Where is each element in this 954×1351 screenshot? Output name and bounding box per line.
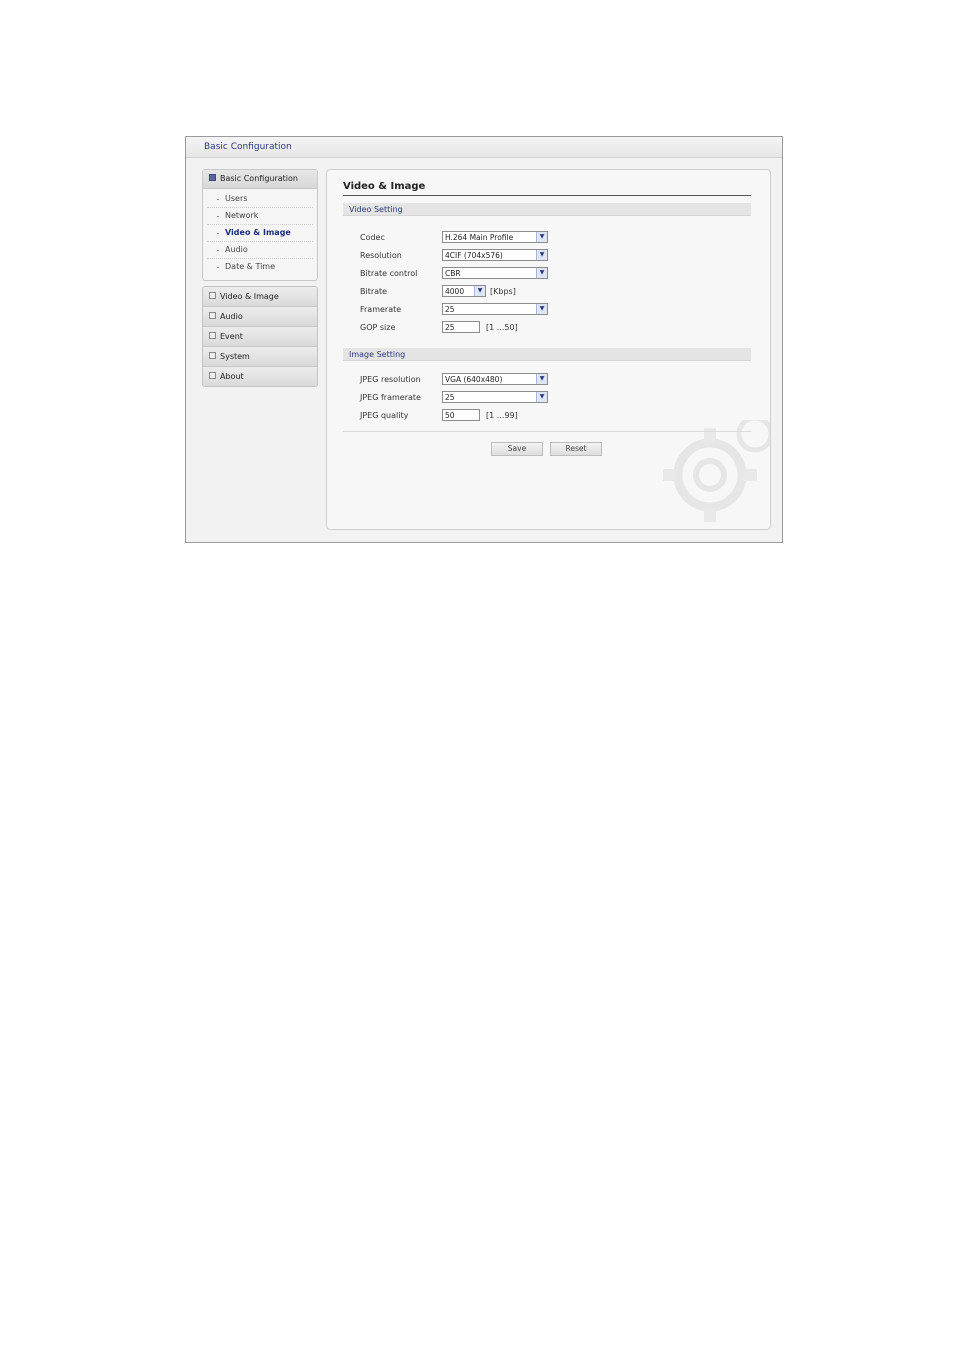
chevron-down-icon: ▼ [536,250,547,260]
codec-row: Codec H.264 Main Profile ▼ [360,231,740,245]
gop-range: [1 ...50] [486,323,518,332]
menu-item-label: Video & Image [220,292,279,301]
plus-icon [209,352,216,359]
resolution-value: 4CIF (704x576) [445,251,503,260]
bitrate-label: Bitrate [360,287,388,296]
menu-item-system[interactable]: System [203,347,317,367]
framerate-row: Framerate 25 ▼ [360,303,740,317]
gop-input[interactable]: 25 [442,321,480,333]
jpeg-quality-range: [1 ...99] [486,411,518,420]
jpeg-framerate-select[interactable]: 25 ▼ [442,391,548,403]
jpeg-quality-label: JPEG quality [360,411,409,420]
chevron-down-icon: ▼ [536,304,547,314]
framerate-value: 25 [445,305,455,314]
sidebar-item-video-image[interactable]: Video & Image [207,225,313,242]
jpeg-resolution-label: JPEG resolution [360,375,421,384]
bitrate-select[interactable]: 4000 ▼ [442,285,486,297]
menu-item-audio[interactable]: Audio [203,307,317,327]
main-panel: Video & Image Video Setting Codec H.264 … [326,169,771,530]
section-video-setting: Video Setting [343,203,751,216]
jpeg-resolution-value: VGA (640x480) [445,375,503,384]
resolution-row: Resolution 4CIF (704x576) ▼ [360,249,740,263]
minus-icon [209,174,216,181]
framerate-select[interactable]: 25 ▼ [442,303,548,315]
save-button[interactable]: Save [491,442,543,456]
plus-icon [209,332,216,339]
bitrate-control-value: CBR [445,269,461,278]
jpeg-resolution-row: JPEG resolution VGA (640x480) ▼ [360,373,740,387]
button-divider [343,431,751,432]
sidebar-item-network[interactable]: Network [207,208,313,225]
plus-icon [209,292,216,299]
sidebar-header[interactable]: Basic Configuration [203,170,317,189]
sidebar-basic-config: Basic Configuration Users Network Video … [202,169,318,281]
sidebar-menu: Video & Image Audio Event System About [202,286,318,387]
jpeg-quality-input[interactable]: 50 [442,409,480,421]
title-divider [343,195,751,196]
menu-item-label: Audio [220,312,243,321]
resolution-label: Resolution [360,251,402,260]
menu-item-event[interactable]: Event [203,327,317,347]
menu-item-label: Event [220,332,243,341]
menu-item-label: System [220,352,250,361]
bitrate-control-select[interactable]: CBR ▼ [442,267,548,279]
jpeg-framerate-row: JPEG framerate 25 ▼ [360,391,740,405]
gop-row: GOP size 25 [1 ...50] [360,321,740,335]
plus-icon [209,372,216,379]
jpeg-quality-row: JPEG quality 50 [1 ...99] [360,409,740,423]
jpeg-framerate-value: 25 [445,393,455,402]
codec-value: H.264 Main Profile [445,233,514,242]
menu-item-label: About [220,372,244,381]
resolution-select[interactable]: 4CIF (704x576) ▼ [442,249,548,261]
gop-label: GOP size [360,323,396,332]
section-image-setting: Image Setting [343,348,751,361]
sidebar-header-label: Basic Configuration [220,174,298,183]
chevron-down-icon: ▼ [536,392,547,402]
page-title: Video & Image [343,181,426,192]
sidebar-item-audio[interactable]: Audio [207,242,313,259]
codec-label: Codec [360,233,385,242]
framerate-label: Framerate [360,305,402,314]
window-title: Basic Configuration [186,137,782,158]
sidebar-item-users[interactable]: Users [207,191,313,208]
chevron-down-icon: ▼ [536,268,547,278]
bitrate-control-row: Bitrate control CBR ▼ [360,267,740,281]
reset-button[interactable]: Reset [550,442,602,456]
chevron-down-icon: ▼ [536,374,547,384]
sidebar-item-date-time[interactable]: Date & Time [207,259,313,275]
plus-icon [209,312,216,319]
menu-item-about[interactable]: About [203,367,317,386]
bitrate-control-label: Bitrate control [360,269,418,278]
bitrate-row: Bitrate 4000 ▼ [Kbps] [360,285,740,299]
bitrate-unit: [Kbps] [490,287,516,296]
jpeg-resolution-select[interactable]: VGA (640x480) ▼ [442,373,548,385]
config-window: Basic Configuration Basic Configuration … [185,136,783,543]
codec-select[interactable]: H.264 Main Profile ▼ [442,231,548,243]
jpeg-framerate-label: JPEG framerate [360,393,421,402]
menu-item-video-image[interactable]: Video & Image [203,287,317,307]
sidebar-list: Users Network Video & Image Audio Date &… [203,189,317,275]
chevron-down-icon: ▼ [474,286,485,296]
gear-watermark-icon [663,420,770,522]
chevron-down-icon: ▼ [536,232,547,242]
bitrate-value: 4000 [445,287,465,296]
